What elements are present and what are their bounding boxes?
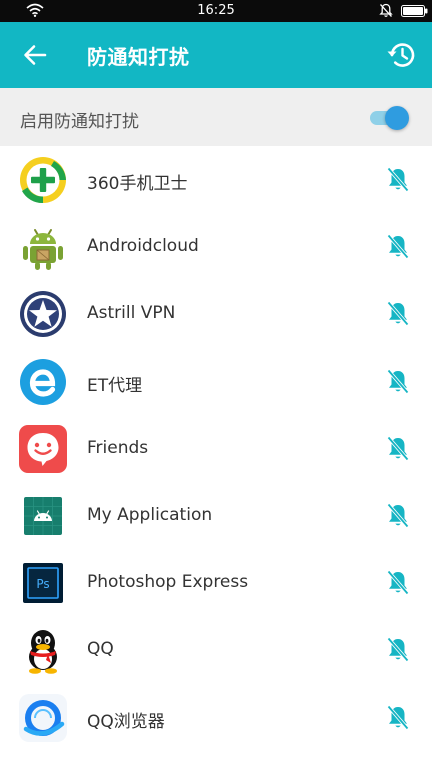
enable-dnd-switch[interactable] xyxy=(370,106,410,130)
app-row-qq[interactable]: QQ xyxy=(0,616,432,683)
app-name: QQ xyxy=(87,639,114,660)
app-androidcloud-icon xyxy=(23,229,63,271)
notification-muted-icon xyxy=(379,3,393,17)
app-qqbrowser-icon xyxy=(19,693,67,742)
app-name: Astrill VPN xyxy=(87,303,176,324)
status-time: 16:25 xyxy=(197,3,235,18)
bell-off-icon[interactable] xyxy=(386,368,410,395)
battery-icon xyxy=(401,5,428,17)
app-name: ET代理 xyxy=(87,375,143,396)
app-row-qq-browser[interactable]: QQ浏览器 xyxy=(0,684,432,751)
app-name: Photoshop Express xyxy=(87,572,249,593)
bell-off-icon[interactable] xyxy=(386,570,410,596)
app-row-androidcloud[interactable]: Androidcloud xyxy=(0,213,432,280)
app-name: My Application xyxy=(87,504,213,525)
app-astrill-icon xyxy=(20,291,66,338)
app-row-friends[interactable]: Friends xyxy=(0,415,432,482)
app-360-icon xyxy=(20,157,66,204)
history-icon[interactable] xyxy=(386,39,418,71)
bell-off-icon[interactable] xyxy=(386,301,410,327)
photoshop-icon-text: Ps xyxy=(36,577,49,591)
app-et-icon xyxy=(20,358,66,405)
bell-off-icon[interactable] xyxy=(386,167,410,193)
app-name: Friends xyxy=(87,437,149,458)
app-qq-icon xyxy=(29,630,57,675)
app-row-my-application[interactable]: My Application xyxy=(0,482,432,549)
app-photoshop-icon: Ps xyxy=(23,563,63,604)
bell-off-icon[interactable] xyxy=(386,436,410,462)
back-arrow-icon[interactable] xyxy=(20,40,50,70)
app-bar: 防通知打扰 xyxy=(0,22,432,88)
app-name: QQ浏览器 xyxy=(87,711,165,732)
bell-off-icon[interactable] xyxy=(386,234,410,260)
app-row-photoshop-express[interactable]: Ps Photoshop Express xyxy=(0,549,432,616)
app-myapplication-icon xyxy=(24,496,62,535)
bell-off-icon[interactable] xyxy=(386,503,410,529)
app-name: 360手机卫士 xyxy=(87,174,188,194)
bell-off-icon[interactable] xyxy=(386,704,410,731)
enable-dnd-label: 启用防通知打扰 xyxy=(20,112,139,132)
app-name: Androidcloud xyxy=(87,236,199,257)
app-row-et-proxy[interactable]: ET代理 xyxy=(0,348,432,415)
page-title: 防通知打扰 xyxy=(87,45,190,69)
app-row-360[interactable]: 360手机卫士 xyxy=(0,146,432,213)
status-bar: 16:25 xyxy=(0,0,432,22)
app-list: 360手机卫士 Androidcloud Astrill VPN ET代理 Fr… xyxy=(0,146,432,751)
enable-dnd-row: 启用防通知打扰 xyxy=(0,88,432,146)
app-row-astrill-vpn[interactable]: Astrill VPN xyxy=(0,280,432,347)
switch-thumb xyxy=(385,106,409,130)
app-friends-icon xyxy=(19,424,67,473)
bell-off-icon[interactable] xyxy=(386,637,410,663)
